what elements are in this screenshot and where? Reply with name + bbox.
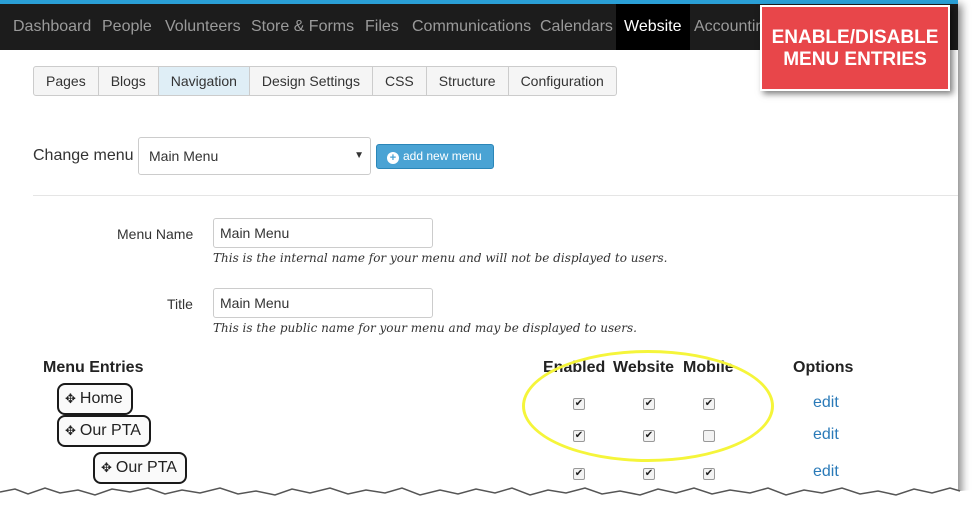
- nav-website[interactable]: Website: [616, 4, 690, 50]
- section-divider: [33, 195, 958, 196]
- menu-entry-label: Our PTA: [115, 459, 177, 476]
- nav-volunteers[interactable]: Volunteers: [165, 4, 241, 50]
- nav-people[interactable]: People: [102, 4, 152, 50]
- menu-name-label: Menu Name: [117, 226, 194, 242]
- menu-name-input[interactable]: Main Menu: [213, 218, 433, 248]
- title-help: This is the public name for your menu an…: [213, 321, 637, 335]
- nav-calendars[interactable]: Calendars: [540, 4, 613, 50]
- chevron-down-icon: ▼: [354, 150, 364, 161]
- menu-select[interactable]: Main Menu ▼: [138, 137, 371, 175]
- nav-files[interactable]: Files: [365, 4, 399, 50]
- move-icon[interactable]: ✥: [65, 423, 76, 438]
- website-checkbox-our-pta-child[interactable]: ✔: [643, 468, 655, 480]
- nav-dashboard[interactable]: Dashboard: [13, 4, 91, 50]
- move-icon[interactable]: ✥: [101, 460, 112, 475]
- menu-entry-our-pta-child[interactable]: ✥ Our PTA: [93, 452, 187, 484]
- menu-entries-header: Menu Entries: [43, 359, 144, 376]
- edit-link-home[interactable]: edit: [813, 394, 839, 412]
- tab-navigation[interactable]: Navigation: [158, 67, 250, 95]
- nav-store-forms[interactable]: Store & Forms: [251, 4, 354, 50]
- move-icon[interactable]: ✥: [65, 391, 76, 406]
- options-header: Options: [793, 359, 854, 376]
- callout-box: ENABLE/DISABLE MENU ENTRIES: [760, 5, 950, 91]
- edit-link-our-pta-child[interactable]: edit: [813, 463, 839, 481]
- tab-pages[interactable]: Pages: [34, 67, 99, 95]
- add-new-menu-label: add new menu: [403, 149, 482, 163]
- menu-entry-label: Home: [79, 390, 123, 407]
- settings-tabs: Pages Blogs Navigation Design Settings C…: [33, 66, 617, 96]
- enabled-checkbox-our-pta-child[interactable]: ✔: [573, 468, 585, 480]
- edit-link-our-pta[interactable]: edit: [813, 426, 839, 444]
- highlight-ellipse: [522, 350, 774, 462]
- change-menu-label: Change menu: [33, 147, 134, 164]
- title-input[interactable]: Main Menu: [213, 288, 433, 318]
- tab-configuration[interactable]: Configuration: [509, 67, 616, 95]
- torn-edge: [0, 487, 972, 509]
- add-new-menu-button[interactable]: + add new menu: [376, 144, 494, 169]
- menu-select-value: Main Menu: [149, 148, 219, 164]
- mobile-checkbox-our-pta-child[interactable]: ✔: [703, 468, 715, 480]
- callout-line-2: MENU ENTRIES: [783, 49, 927, 70]
- menu-entry-home[interactable]: ✥ Home: [57, 383, 133, 415]
- tab-structure[interactable]: Structure: [427, 67, 509, 95]
- plus-circle-icon: +: [387, 152, 399, 164]
- tab-css[interactable]: CSS: [373, 67, 427, 95]
- tab-blogs[interactable]: Blogs: [99, 67, 159, 95]
- menu-entry-our-pta[interactable]: ✥ Our PTA: [57, 415, 151, 447]
- menu-name-help: This is the internal name for your menu …: [213, 251, 668, 265]
- nav-communications[interactable]: Communications: [412, 4, 531, 50]
- menu-entry-label: Our PTA: [79, 422, 141, 439]
- tab-design-settings[interactable]: Design Settings: [250, 67, 373, 95]
- callout-line-1: ENABLE/DISABLE: [771, 27, 939, 48]
- title-label: Title: [167, 296, 193, 312]
